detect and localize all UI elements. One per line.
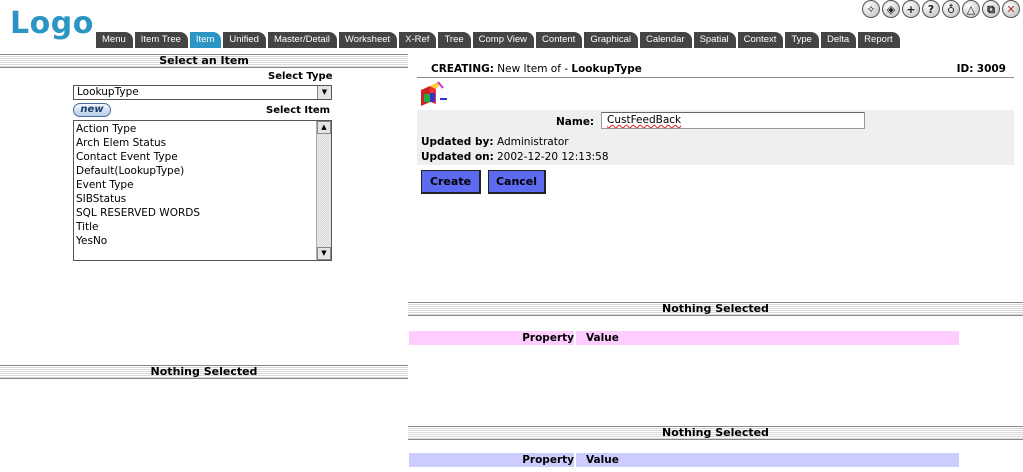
lookup-type-icon — [421, 81, 447, 106]
form-header: CREATING: New Item of - LookupType ID: 3… — [417, 61, 1014, 78]
select-item-header: Select an Item — [0, 54, 408, 68]
item-id: ID: 3009 — [957, 61, 1006, 77]
pin-icon[interactable]: ♁ — [942, 0, 960, 18]
value-label-2: Value — [586, 454, 619, 466]
list-item[interactable]: Default(LookupType) — [74, 164, 331, 178]
list-item[interactable]: Action Type — [74, 122, 331, 136]
tab-menu[interactable]: Menu — [96, 32, 133, 48]
select-type-dropdown[interactable]: LookupType ▼ — [73, 85, 332, 100]
scroll-up-icon[interactable]: ▲ — [317, 121, 331, 134]
tab-master-detail[interactable]: Master/Detail — [267, 32, 337, 48]
form-panel: Name: CustFeedBack Updated by: Administra… — [417, 110, 1014, 165]
create-button[interactable]: Create — [421, 170, 481, 194]
windows-icon[interactable]: ⧉ — [982, 0, 1000, 18]
creating-label: CREATING: — [431, 63, 494, 75]
tab-calendar[interactable]: Calendar — [640, 32, 692, 48]
updated-on-row: Updated on: 2002-12-20 12:13:58 — [421, 151, 609, 163]
tab-spatial[interactable]: Spatial — [693, 32, 736, 48]
type-name: LookupType — [571, 63, 642, 75]
tab-worksheet[interactable]: Worksheet — [338, 32, 398, 48]
chevron-down-icon[interactable]: ▼ — [317, 86, 331, 99]
list-item[interactable]: YesNo — [74, 234, 331, 248]
list-item[interactable]: Event Type — [74, 178, 331, 192]
property-label-2: Property — [522, 454, 574, 466]
select-type-label: Select Type — [268, 71, 333, 82]
value-label-1: Value — [586, 332, 619, 344]
plus-icon[interactable]: + — [902, 0, 920, 18]
tab-report[interactable]: Report — [858, 32, 900, 48]
id-value: 3009 — [976, 63, 1006, 75]
list-item[interactable]: SIBStatus — [74, 192, 331, 206]
new-item-button[interactable]: new — [73, 103, 111, 117]
property-label-1: Property — [522, 332, 574, 344]
item-listbox[interactable]: Action Type Arch Elem Status Contact Event… — [73, 120, 332, 261]
tab-item-tree[interactable]: Item Tree — [134, 32, 188, 48]
triangle-icon[interactable]: △ — [962, 0, 980, 18]
logo: Logo — [10, 6, 94, 41]
toolbar-icons: ✧ ◈ +? ♁ △ ⧉ ✕ — [862, 0, 1020, 18]
list-item[interactable]: Arch Elem Status — [74, 136, 331, 150]
scroll-down-icon[interactable]: ▼ — [317, 247, 331, 260]
tab-tree[interactable]: Tree — [438, 32, 471, 48]
updated-on-label: Updated on: — [421, 151, 494, 163]
listbox-scrollbar[interactable]: ▲ ▼ — [316, 121, 331, 260]
gear-outline-icon[interactable]: ✧ — [862, 0, 880, 18]
tab-comp-view[interactable]: Comp View — [472, 32, 535, 48]
tab-bar: Menu Item Tree Item Unified Master/Detail Wor… — [96, 32, 902, 48]
tab-type[interactable]: Type — [785, 32, 819, 48]
tab-graphical[interactable]: Graphical — [584, 32, 638, 48]
list-item[interactable]: SQL RESERVED WORDS — [74, 206, 331, 220]
tab-context[interactable]: Context — [737, 32, 784, 48]
palette-icon[interactable]: ◈ — [882, 0, 900, 18]
updated-by-value: Administrator — [497, 136, 569, 148]
list-item[interactable]: Contact Event Type — [74, 150, 331, 164]
creating-text: New Item of - — [497, 63, 569, 75]
tab-delta[interactable]: Delta — [820, 32, 857, 48]
tab-x-ref[interactable]: X-Ref — [399, 32, 437, 48]
updated-by-row: Updated by: Administrator — [421, 136, 569, 148]
tab-unified[interactable]: Unified — [223, 32, 266, 48]
help-icon[interactable]: ? — [922, 0, 940, 18]
updated-by-label: Updated by: — [421, 136, 494, 148]
id-label: ID: — [956, 63, 974, 75]
left-nothing-selected-header: Nothing Selected — [0, 365, 408, 379]
select-item-label: Select Item — [266, 105, 331, 116]
property-bar-1: Property Value — [409, 331, 959, 345]
property-bar-2: Property Value — [409, 453, 959, 467]
tab-content[interactable]: Content — [536, 32, 583, 48]
name-label: Name: — [556, 116, 595, 128]
updated-on-value: 2002-12-20 12:13:58 — [497, 151, 609, 163]
nothing-selected-header-1: Nothing Selected — [408, 302, 1023, 316]
nothing-selected-header-2: Nothing Selected — [408, 426, 1023, 440]
cancel-button[interactable]: Cancel — [488, 170, 546, 194]
close-icon[interactable]: ✕ — [1002, 0, 1020, 18]
name-input-value: CustFeedBack — [607, 114, 682, 126]
tab-item[interactable]: Item — [189, 32, 222, 48]
list-item[interactable]: Title — [74, 220, 331, 234]
name-input[interactable]: CustFeedBack — [601, 112, 865, 129]
select-type-value: LookupType — [77, 86, 139, 98]
